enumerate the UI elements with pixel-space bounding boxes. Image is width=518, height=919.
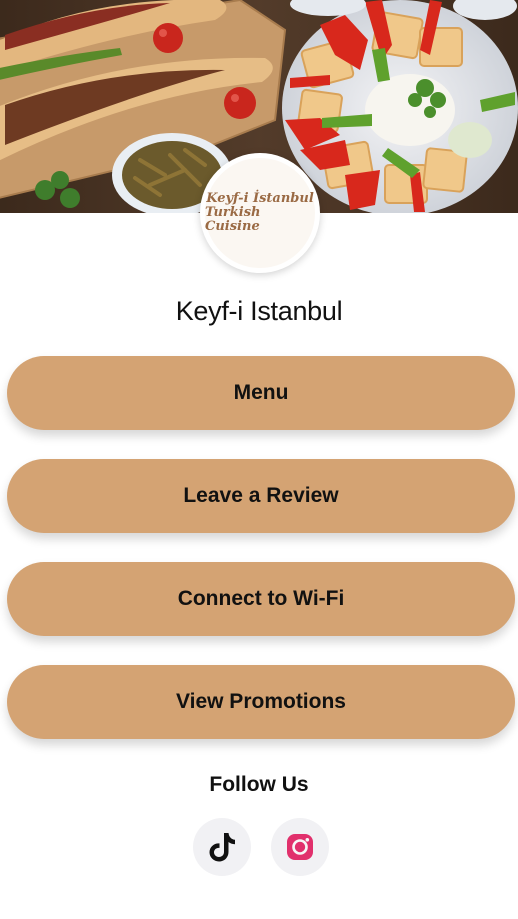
view-promotions-button[interactable]: View Promotions — [7, 665, 515, 739]
tiktok-link[interactable] — [193, 818, 251, 876]
instagram-link[interactable] — [271, 818, 329, 876]
page-title: Keyf-i Istanbul — [175, 296, 343, 326]
logo-emblem: Keyf-i İstanbul Turkish Cuisine — [205, 158, 315, 268]
leave-review-button[interactable]: Leave a Review — [7, 459, 515, 533]
follow-us-heading: Follow Us — [209, 773, 309, 796]
logo-text-line2: Turkish Cuisine — [205, 204, 261, 235]
connect-wifi-button[interactable]: Connect to Wi-Fi — [7, 562, 515, 636]
menu-button[interactable]: Menu — [7, 356, 515, 430]
tiktok-icon — [209, 833, 235, 862]
instagram-icon — [287, 834, 313, 860]
logo-text-line1: Keyf-i İstanbul — [206, 190, 314, 206]
restaurant-logo: Keyf-i İstanbul Turkish Cuisine — [200, 153, 320, 273]
landing-page: Keyf-i İstanbul Turkish Cuisine Keyf-i I… — [0, 0, 518, 919]
